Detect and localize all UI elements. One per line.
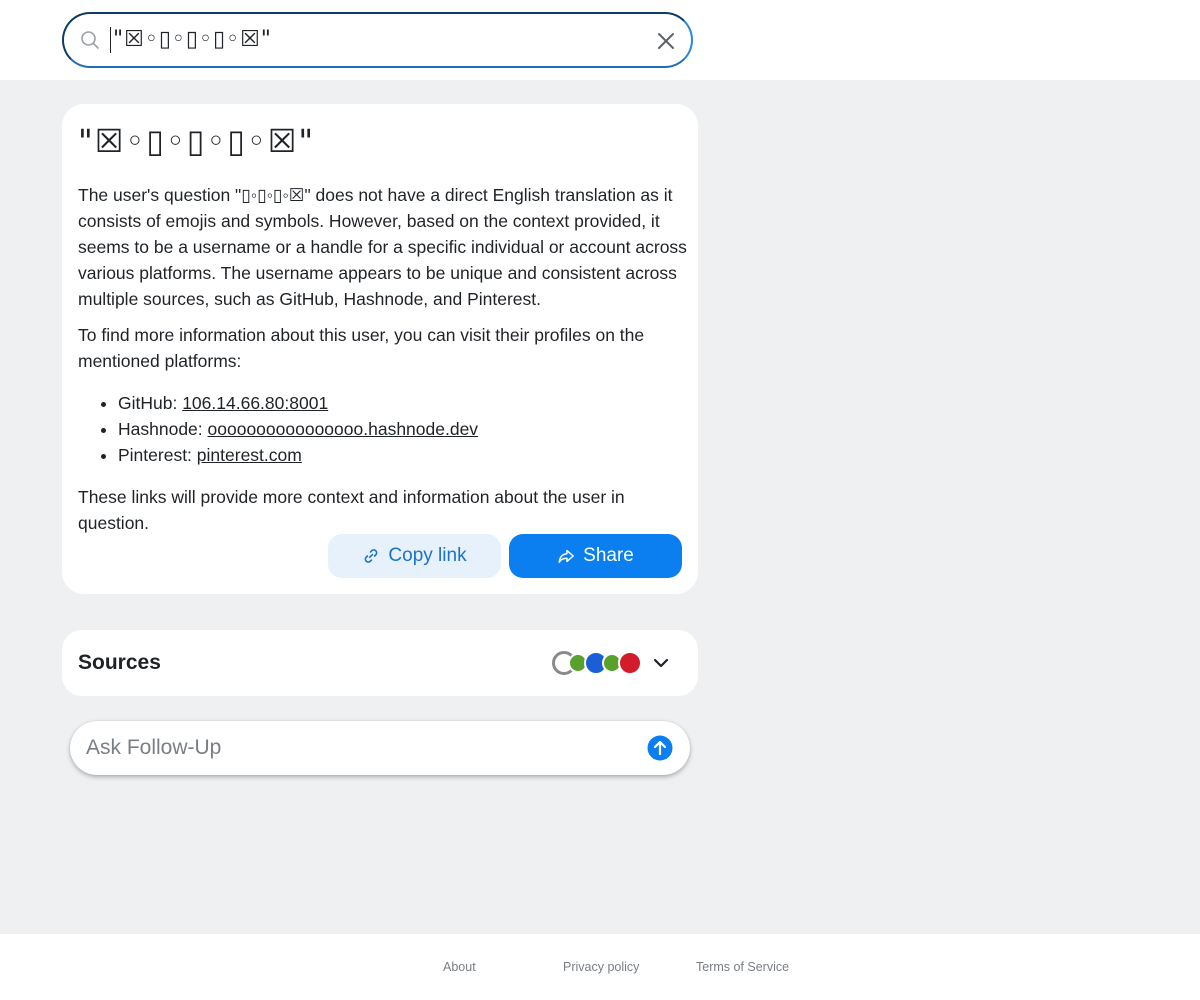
answer-paragraph: The user's question "▯◦▯◦▯◦☒" does not h… bbox=[78, 185, 687, 309]
list-item: GitHub: 106.14.66.80:8001 bbox=[118, 390, 688, 416]
search-box[interactable]: "☒◦▯◦▯◦▯◦☒" bbox=[62, 12, 693, 68]
footer: About Privacy policy Terms of Service bbox=[0, 934, 1200, 1000]
answer-paragraph: To find more information about this user… bbox=[78, 325, 645, 371]
follow-up-input[interactable] bbox=[86, 733, 626, 763]
chevron-down-icon[interactable] bbox=[650, 652, 672, 674]
list-item: Hashnode: oooooooooooooooo.hashnode.dev bbox=[118, 416, 688, 442]
sources-title: Sources bbox=[78, 651, 161, 674]
answer-card: "☒◦▯◦▯◦▯◦☒" The user's question "▯◦▯◦▯◦☒… bbox=[62, 104, 698, 594]
send-arrow-icon[interactable] bbox=[647, 735, 673, 761]
search-input[interactable]: "☒◦▯◦▯◦▯◦☒" bbox=[110, 27, 272, 53]
share-label: Share bbox=[583, 545, 634, 566]
search-icon bbox=[81, 31, 99, 49]
github-link[interactable]: 106.14.66.80:8001 bbox=[182, 393, 328, 413]
link-label: GitHub: bbox=[118, 393, 183, 413]
source-favicons bbox=[552, 651, 642, 675]
footer-about-link[interactable]: About bbox=[443, 960, 476, 974]
sources-panel[interactable]: Sources bbox=[62, 630, 698, 696]
source-favicon-icon bbox=[618, 651, 642, 675]
source-link-list: GitHub: 106.14.66.80:8001 Hashnode: oooo… bbox=[118, 390, 688, 468]
link-label: Pinterest: bbox=[118, 445, 197, 465]
share-icon bbox=[558, 549, 575, 564]
hashnode-link[interactable]: oooooooooooooooo.hashnode.dev bbox=[208, 419, 479, 439]
link-icon bbox=[365, 549, 378, 563]
pinterest-link[interactable]: pinterest.com bbox=[197, 445, 302, 465]
answer-title: "☒◦▯◦▯◦▯◦☒" bbox=[78, 122, 316, 160]
top-bar: "☒◦▯◦▯◦▯◦☒" bbox=[0, 0, 1200, 80]
close-icon[interactable] bbox=[656, 31, 676, 51]
answer-paragraph: These links will provide more context an… bbox=[78, 487, 625, 533]
answer-body: The user's question "▯◦▯◦▯◦☒" does not h… bbox=[78, 182, 688, 546]
copy-link-label: Copy link bbox=[388, 545, 467, 566]
footer-terms-link[interactable]: Terms of Service bbox=[696, 960, 789, 974]
footer-privacy-link[interactable]: Privacy policy bbox=[563, 960, 639, 974]
copy-link-button[interactable]: Copy link bbox=[328, 534, 501, 578]
list-item: Pinterest: pinterest.com bbox=[118, 442, 688, 468]
share-button[interactable]: Share bbox=[509, 534, 682, 578]
follow-up-box bbox=[70, 721, 690, 775]
link-label: Hashnode: bbox=[118, 419, 208, 439]
